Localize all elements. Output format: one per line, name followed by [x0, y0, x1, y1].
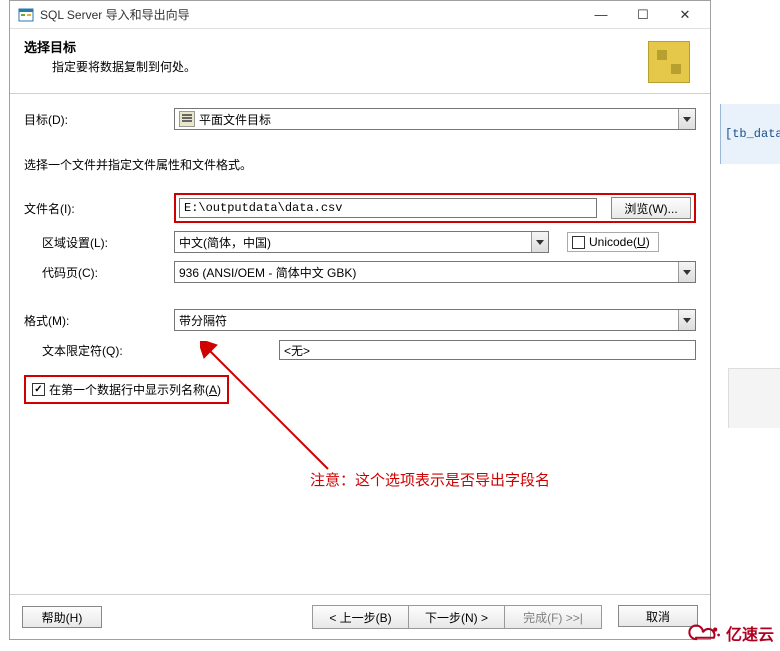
side-code-fragment: [tb_data: [720, 104, 780, 164]
checkbox-icon: [572, 236, 585, 249]
app-icon: [18, 7, 34, 23]
chevron-down-icon: [531, 232, 548, 252]
first-row-highlight-box: 在第一个数据行中显示列名称(A): [24, 375, 229, 404]
wizard-window: SQL Server 导入和导出向导 — ☐ ✕ 选择目标 指定要将数据复制到何…: [9, 0, 711, 640]
unicode-label: Unicode(U): [589, 235, 650, 249]
locale-combo[interactable]: 中文(简体，中国): [174, 231, 549, 253]
codepage-combo[interactable]: 936 (ANSI/OEM - 简体中文 GBK): [174, 261, 696, 283]
destination-value: 平面文件目标: [199, 111, 271, 128]
chevron-down-icon: [678, 310, 695, 330]
wizard-icon: [648, 41, 690, 83]
page-title: 选择目标: [24, 37, 648, 56]
annotation-text: 注意：这个选项表示是否导出字段名: [310, 469, 550, 490]
watermark-text: 亿速云: [726, 621, 774, 645]
browse-button[interactable]: 浏览(W)...: [611, 197, 691, 219]
locale-label: 区域设置(L):: [24, 234, 174, 251]
watermark-icon: [688, 622, 722, 644]
finish-button[interactable]: 完成(F) >>|: [505, 606, 601, 628]
locale-value: 中文(简体，中国): [179, 234, 271, 251]
unicode-checkbox[interactable]: Unicode(U): [567, 232, 659, 252]
destination-combo[interactable]: 平面文件目标: [174, 108, 696, 130]
nav-button-group: < 上一步(B) 下一步(N) > 完成(F) >>|: [312, 605, 602, 629]
destination-label: 目标(D):: [24, 111, 174, 128]
window-title: SQL Server 导入和导出向导: [40, 6, 580, 23]
close-button[interactable]: ✕: [664, 2, 706, 28]
codepage-label: 代码页(C):: [24, 264, 174, 281]
flatfile-icon: [179, 111, 195, 127]
first-row-checkbox[interactable]: [32, 383, 45, 396]
window-controls: — ☐ ✕: [580, 2, 706, 28]
format-combo[interactable]: 带分隔符: [174, 309, 696, 331]
next-button[interactable]: 下一步(N) >: [409, 606, 505, 628]
filename-highlight-box: E:\outputdata\data.csv 浏览(W)...: [174, 193, 696, 223]
filename-input[interactable]: E:\outputdata\data.csv: [179, 198, 597, 218]
minimize-button[interactable]: —: [580, 2, 622, 28]
wizard-header: 选择目标 指定要将数据复制到何处。: [10, 29, 710, 94]
watermark: 亿速云: [688, 621, 774, 645]
maximize-button[interactable]: ☐: [622, 2, 664, 28]
text-qualifier-label: 文本限定符(Q):: [24, 342, 174, 359]
annotation-arrow: [200, 341, 360, 481]
format-label: 格式(M):: [24, 312, 174, 329]
back-button[interactable]: < 上一步(B): [313, 606, 409, 628]
cancel-button[interactable]: 取消: [618, 605, 698, 627]
titlebar: SQL Server 导入和导出向导 — ☐ ✕: [10, 1, 710, 29]
chevron-down-icon: [678, 109, 695, 129]
content-area: 目标(D): 平面文件目标 选择一个文件并指定文件属性和文件格式。 文件名(I)…: [10, 94, 710, 594]
hint-text: 选择一个文件并指定文件属性和文件格式。: [24, 156, 696, 173]
first-row-label: 在第一个数据行中显示列名称(A): [49, 381, 221, 398]
codepage-value: 936 (ANSI/OEM - 简体中文 GBK): [179, 264, 356, 281]
help-button[interactable]: 帮助(H): [22, 606, 102, 628]
page-subtitle: 指定要将数据复制到何处。: [24, 58, 648, 75]
format-value: 带分隔符: [179, 312, 227, 329]
filename-label: 文件名(I):: [24, 200, 174, 217]
text-qualifier-input[interactable]: <无>: [279, 340, 696, 360]
side-panel-fragment: [728, 368, 780, 428]
chevron-down-icon: [678, 262, 695, 282]
wizard-footer: 帮助(H) < 上一步(B) 下一步(N) > 完成(F) >>| 取消: [10, 594, 710, 639]
